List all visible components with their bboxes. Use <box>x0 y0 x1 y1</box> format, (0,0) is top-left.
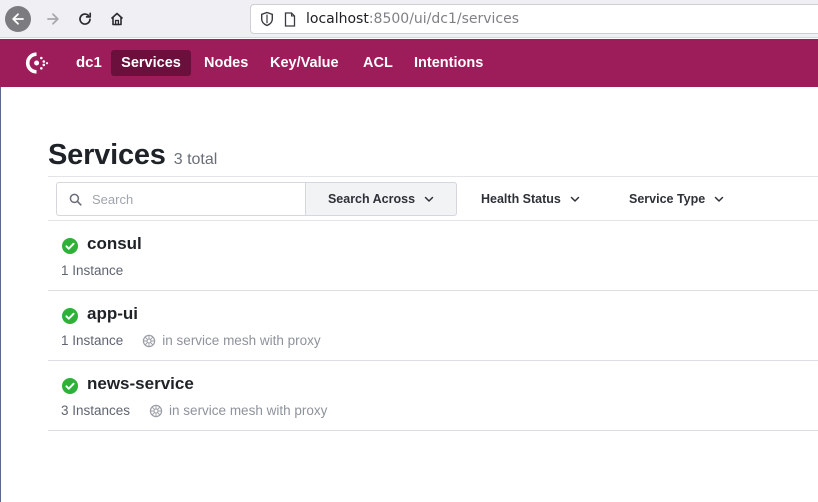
back-button[interactable] <box>5 6 31 32</box>
service-mesh-badge: in service mesh with proxy <box>149 403 327 418</box>
browser-toolbar: localhost:8500/ui/dc1/services <box>0 0 818 38</box>
service-type-label: Service Type <box>629 192 706 206</box>
nav-acl[interactable]: ACL <box>351 50 405 76</box>
forward-button[interactable] <box>40 6 66 32</box>
service-type-dropdown[interactable]: Service Type <box>629 182 724 216</box>
page-info-icon[interactable] <box>283 11 297 27</box>
search-across-dropdown[interactable]: Search Across <box>305 182 457 216</box>
service-row-news-service[interactable]: news-service 3 Instances in service mesh… <box>48 361 818 431</box>
url-host: localhost <box>306 11 369 27</box>
nav-intentions[interactable]: Intentions <box>402 50 495 76</box>
home-button[interactable] <box>104 6 130 32</box>
chevron-down-icon <box>570 194 580 204</box>
mesh-icon <box>142 334 156 348</box>
nav-key-value[interactable]: Key/Value <box>258 50 351 76</box>
shield-icon[interactable] <box>259 11 275 27</box>
datacenter-selector[interactable]: dc1 <box>76 54 102 71</box>
page-title: Services 3 total <box>48 139 217 172</box>
url-text: localhost:8500/ui/dc1/services <box>306 11 519 27</box>
arrow-left-icon <box>12 13 24 25</box>
chevron-down-icon <box>424 194 434 204</box>
service-name[interactable]: app-ui <box>87 304 138 324</box>
address-bar[interactable]: localhost:8500/ui/dc1/services <box>250 4 818 34</box>
health-status-label: Health Status <box>481 192 561 206</box>
service-row-consul[interactable]: consul 1 Instance <box>48 221 818 291</box>
check-circle-icon <box>62 378 78 394</box>
reload-button[interactable] <box>72 6 98 32</box>
arrow-right-icon <box>47 13 59 25</box>
search-icon <box>69 193 82 206</box>
service-name[interactable]: news-service <box>87 374 194 394</box>
service-mesh-badge: in service mesh with proxy <box>142 333 321 348</box>
home-icon <box>110 12 124 26</box>
search-across-label: Search Across <box>327 192 416 206</box>
page-heading: Services <box>48 139 166 171</box>
service-meta: 1 Instance <box>61 263 123 278</box>
search-box[interactable] <box>56 182 306 216</box>
health-status-dropdown[interactable]: Health Status <box>481 182 580 216</box>
mesh-label: in service mesh with proxy <box>162 333 321 348</box>
check-circle-icon <box>62 238 78 254</box>
window-edge <box>0 87 1 502</box>
chevron-down-icon <box>714 194 724 204</box>
check-circle-icon <box>62 308 78 324</box>
reload-icon <box>79 12 92 25</box>
nav-services[interactable]: Services <box>111 50 191 76</box>
service-name[interactable]: consul <box>87 234 142 254</box>
mesh-label: in service mesh with proxy <box>169 403 328 418</box>
mesh-icon <box>149 404 163 418</box>
service-row-app-ui[interactable]: app-ui 1 Instance in service mesh with p… <box>48 291 818 361</box>
url-path: :8500/ui/dc1/services <box>368 11 520 27</box>
instance-count: 3 Instances <box>61 403 131 418</box>
instance-count: 1 Instance <box>61 333 124 348</box>
service-list: consul 1 Instance app-ui 1 Instance in s… <box>48 221 818 431</box>
app-header: dc1 Services Nodes Key/Value ACL Intenti… <box>0 39 818 87</box>
filter-bar: Search Across Health Status Service Type <box>48 176 818 221</box>
instance-count: 1 Instance <box>61 263 124 278</box>
search-input[interactable] <box>92 191 282 207</box>
service-meta: 1 Instance in service mesh with proxy <box>61 333 321 348</box>
total-count: 3 total <box>173 151 218 168</box>
nav-nodes[interactable]: Nodes <box>192 50 260 76</box>
consul-logo-icon[interactable] <box>22 50 52 76</box>
service-meta: 3 Instances in service mesh with proxy <box>61 403 327 418</box>
